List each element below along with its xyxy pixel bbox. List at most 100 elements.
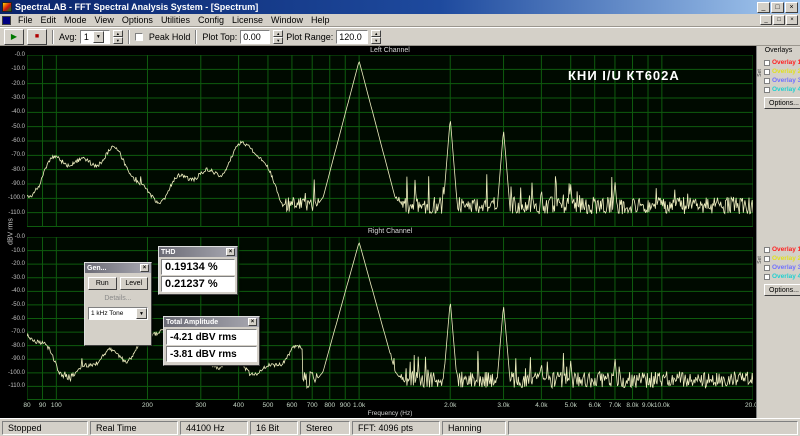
y-tick-label: -90.0 [1,181,25,188]
y-tick-label: -50.0 [1,124,25,131]
generator-level-button[interactable]: Level [120,277,149,290]
x-tick-label: 400 [233,402,244,409]
overlay-1-checkbox[interactable] [764,60,770,66]
menu-edit[interactable]: Edit [37,15,61,25]
spin-down-icon[interactable]: ▼ [113,37,123,44]
y-tick-label: -20.0 [1,81,25,88]
close-icon[interactable]: × [785,2,798,13]
status-filler [508,421,798,435]
menu-options[interactable]: Options [118,15,157,25]
amplitude-left-value: -4.21 dBV rms [166,329,257,345]
overlay-row-2: Overlay 2 [764,254,800,263]
overlay-4-checkbox[interactable] [764,274,770,280]
child-window-icon[interactable] [2,16,11,25]
status-real-time: Real Time [90,421,178,435]
generator-tone-select[interactable]: 1 kHz Tone ▼ [88,307,148,320]
total-amplitude-dialog-titlebar[interactable]: Total Amplitude × [164,317,259,327]
overlay-row-3: Overlay 3 [764,263,800,272]
overlay-options-button-right[interactable]: Options... [764,284,800,296]
total-amplitude-dialog-title: Total Amplitude [166,319,218,326]
overlay-row-4: Overlay 4 [764,272,800,281]
close-icon[interactable]: × [226,248,235,256]
avg-stepper[interactable]: ▲ ▼ [113,30,123,44]
y-tick-label: -20.0 [1,261,25,268]
thd-dialog-titlebar[interactable]: THD × [159,247,237,257]
overlay-2-label: Overlay 2 [772,68,800,75]
stop-icon: ■ [35,33,39,40]
status-stereo: Stereo [300,421,350,435]
run-button[interactable]: ▶ [4,29,24,45]
y-tick-label: -60.0 [1,138,25,145]
avg-select[interactable]: 1 ▼ [80,30,110,44]
overlay-3-checkbox[interactable] [764,265,770,271]
spin-down-icon[interactable]: ▼ [371,37,381,44]
spin-up-icon[interactable]: ▲ [113,30,123,37]
overlay-3-checkbox[interactable] [764,78,770,84]
thd-dialog: THD × 0.19134 % 0.21237 % [158,246,238,295]
overlay-4-label: Overlay 4 [772,273,800,280]
spin-down-icon[interactable]: ▼ [273,37,283,44]
plot-top-field[interactable]: 0.00 [240,30,270,44]
x-tick-label: 900 [340,402,351,409]
generator-run-button[interactable]: Run [88,277,117,290]
overlays-header: Overlays [757,46,800,54]
y-tick-label: -30.0 [1,95,25,102]
x-tick-label: 80 [23,402,30,409]
menu-mode[interactable]: Mode [60,15,91,25]
overlay-2-checkbox[interactable] [764,69,770,75]
plot-top-stepper[interactable]: ▲ ▼ [273,30,283,44]
generator-dialog-titlebar[interactable]: Gen... × [85,263,151,273]
status-44100-hz: 44100 Hz [180,421,248,435]
overlay-set-label: Set [757,256,763,264]
maximize-icon[interactable]: □ [771,2,784,13]
menu-utilities[interactable]: Utilities [157,15,194,25]
plot-range-field[interactable]: 120.0 [336,30,368,44]
menu-file[interactable]: File [14,15,37,25]
generator-dialog: Gen... × Run Level Details... 1 kHz Tone… [84,262,152,346]
generator-tone-value: 1 kHz Tone [91,310,123,317]
right-channel-title: Right Channel [27,228,753,235]
toolbar-separator [195,30,197,44]
close-icon[interactable]: × [248,318,257,326]
y-tick-label: -0.0 [1,234,25,241]
overlay-rows-right: Overlay 1Overlay 2Overlay 3Overlay 4 Opti… [764,245,800,296]
y-tick-label: -10.0 [1,66,25,73]
y-tick-label: -40.0 [1,109,25,116]
stop-button[interactable]: ■ [27,29,47,45]
menu-view[interactable]: View [91,15,118,25]
overlay-2-checkbox[interactable] [764,256,770,262]
x-tick-label: 500 [263,402,274,409]
peak-hold-checkbox[interactable] [135,33,143,41]
y-tick-label: -80.0 [1,167,25,174]
overlay-1-checkbox[interactable] [764,247,770,253]
overlay-1-label: Overlay 1 [772,246,800,253]
y-tick-label: -40.0 [1,288,25,295]
mdi-restore-icon[interactable]: □ [773,15,785,25]
menu-config[interactable]: Config [194,15,228,25]
menu-bar: FileEditModeViewOptionsUtilitiesConfigLi… [0,14,800,27]
chevron-down-icon[interactable]: ▼ [136,308,147,319]
overlay-options-button-left[interactable]: Options... [764,97,800,109]
y-tick-label: -100.0 [1,195,25,202]
x-tick-label: 600 [286,402,297,409]
overlay-4-checkbox[interactable] [764,87,770,93]
menu-window[interactable]: Window [267,15,307,25]
close-icon[interactable]: × [140,264,149,272]
x-tick-label: 1.0k [353,402,365,409]
mdi-minimize-icon[interactable]: _ [760,15,772,25]
y-tick-label: -30.0 [1,275,25,282]
chevron-down-icon[interactable]: ▼ [93,31,104,43]
x-tick-label: 5.0k [565,402,577,409]
overlay-group-left: Set Overlay 1Overlay 2Overlay 3Overlay 4… [759,58,800,109]
minimize-icon[interactable]: _ [757,2,770,13]
spin-up-icon[interactable]: ▲ [371,30,381,37]
menu-license[interactable]: License [228,15,267,25]
mdi-close-icon[interactable]: × [786,15,798,25]
spin-up-icon[interactable]: ▲ [273,30,283,37]
x-tick-label: 800 [324,402,335,409]
menu-help[interactable]: Help [307,15,334,25]
run-icon: ▶ [11,32,17,41]
plot-range-stepper[interactable]: ▲ ▼ [371,30,381,44]
overlay-row-3: Overlay 3 [764,76,800,85]
spectralab-window: SpectraLAB - FFT Spectral Analysis Syste… [0,0,800,436]
